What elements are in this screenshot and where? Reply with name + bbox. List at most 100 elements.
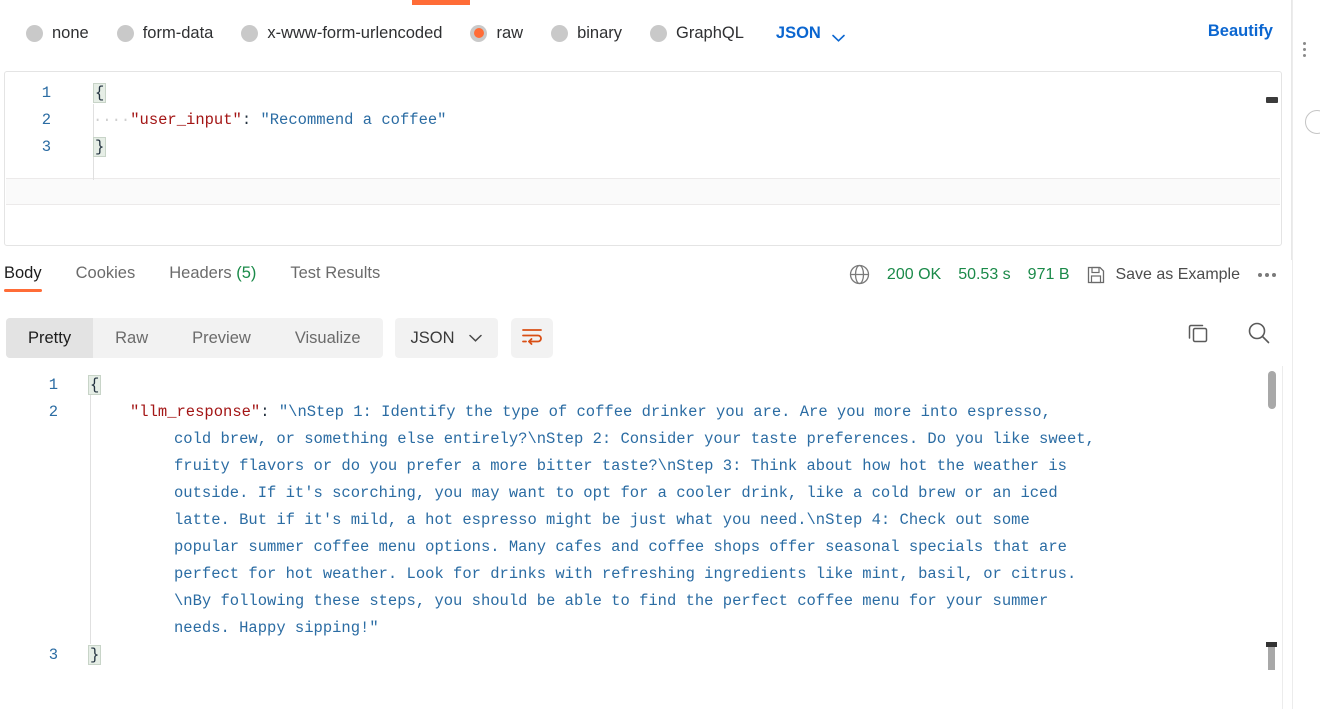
- tab-test-results[interactable]: Test Results: [290, 264, 380, 292]
- request-language-dropdown[interactable]: JSON: [776, 24, 845, 43]
- search-icon: [1246, 320, 1272, 351]
- format-tab-label: Pretty: [28, 328, 72, 347]
- active-line-highlight: [6, 178, 1280, 205]
- response-body-viewer[interactable]: 1 { 2 "llm_response": "\nStep 1: Identif…: [0, 366, 1283, 709]
- response-language-dropdown[interactable]: JSON: [394, 318, 498, 358]
- response-wrapped-line: latte. But if it's mild, a hot espresso …: [174, 511, 1030, 529]
- format-tab-label: Raw: [115, 328, 149, 347]
- body-type-selector: none form-data x-www-form-urlencoded raw…: [26, 16, 845, 50]
- tab-label: Headers: [169, 264, 232, 282]
- format-tab-preview[interactable]: Preview: [170, 318, 273, 358]
- response-format-toolbar: Pretty Raw Preview Visualize JSON: [6, 318, 553, 358]
- chevron-down-icon: [832, 29, 845, 42]
- more-options-vertical-icon[interactable]: [1303, 42, 1307, 60]
- request-language-label: JSON: [775, 23, 821, 42]
- save-icon: [1086, 265, 1106, 285]
- body-type-label: binary: [577, 23, 623, 42]
- chevron-down-icon: [468, 329, 482, 347]
- json-colon: :: [260, 403, 279, 421]
- response-time: 50.53 s: [958, 265, 1011, 283]
- request-code-line-1: {: [93, 83, 107, 103]
- response-wrapped-line: fruity flavors or do you prefer a more b…: [174, 457, 1067, 475]
- json-string-value: "\nStep 1: Identify the type of coffee d…: [278, 403, 1051, 421]
- active-tab-indicator: [412, 0, 470, 5]
- scroll-cursor-indicator[interactable]: [1266, 642, 1277, 670]
- body-type-option-form-data[interactable]: form-data: [116, 23, 214, 43]
- word-wrap-button[interactable]: [510, 318, 553, 358]
- body-type-option-none[interactable]: none: [26, 24, 89, 43]
- json-key: "llm_response": [130, 403, 261, 421]
- request-body-editor[interactable]: 1 { 2 ····"user_input": "Recommend a cof…: [4, 71, 1282, 246]
- json-colon: :: [241, 111, 261, 129]
- right-rail: [1291, 0, 1320, 260]
- response-wrapped-line: popular summer coffee menu options. Many…: [174, 538, 1067, 556]
- format-tab-pretty[interactable]: Pretty: [6, 318, 94, 358]
- line-number: 1: [41, 84, 51, 102]
- response-wrapped-line: needs. Happy sipping!": [174, 619, 379, 637]
- body-type-option-binary[interactable]: binary: [551, 24, 622, 43]
- response-wrapped-line: \nBy following these steps, you should b…: [174, 592, 1049, 610]
- response-wrapped-line: perfect for hot weather. Look for drinks…: [174, 565, 1077, 583]
- radio-icon: [650, 24, 668, 42]
- format-tab-visualize[interactable]: Visualize: [273, 318, 383, 358]
- body-type-option-raw[interactable]: raw: [470, 24, 523, 43]
- tab-label: Cookies: [75, 264, 136, 282]
- json-string-value: "Recommend a coffee": [260, 111, 447, 129]
- scrollbar-thumb[interactable]: [1268, 371, 1276, 409]
- body-type-label: x-www-form-urlencoded: [267, 23, 443, 42]
- right-panel-divider: [1292, 0, 1293, 709]
- line-number: 2: [48, 403, 58, 421]
- radio-selected-icon: [470, 24, 488, 42]
- response-language-label: JSON: [410, 328, 455, 347]
- response-tabs: Body Cookies Headers (5) Test Results: [4, 264, 414, 292]
- line-number: 1: [48, 376, 58, 394]
- body-type-option-urlencoded[interactable]: x-www-form-urlencoded: [241, 24, 442, 43]
- tab-cookies[interactable]: Cookies: [76, 264, 136, 292]
- response-size: 971 B: [1027, 265, 1070, 283]
- body-type-label: raw: [496, 23, 524, 42]
- scrollbar-thumb[interactable]: [1266, 97, 1278, 103]
- request-code-line-2: ····"user_input": "Recommend a coffee": [93, 107, 446, 134]
- line-number: 3: [41, 138, 51, 156]
- body-type-label: GraphQL: [676, 23, 744, 42]
- format-segmented-control: Pretty Raw Preview Visualize: [6, 318, 383, 358]
- response-wrapped-line: cold brew, or something else entirely?\n…: [174, 430, 1095, 448]
- response-meta: 200 OK 50.53 s 971 B Save as Example: [849, 264, 1280, 285]
- status-code: 200 OK: [886, 265, 942, 283]
- response-right-tools: [1186, 320, 1272, 351]
- response-code-line-1: {: [88, 375, 102, 395]
- format-tab-raw[interactable]: Raw: [93, 318, 170, 358]
- copy-icon: [1186, 321, 1210, 350]
- radio-icon: [241, 24, 259, 42]
- body-type-label: none: [52, 23, 89, 42]
- format-tab-label: Visualize: [294, 328, 361, 347]
- copy-button[interactable]: [1186, 321, 1210, 350]
- radio-icon: [551, 24, 569, 42]
- radio-icon: [26, 24, 43, 42]
- response-wrapped-line: outside. If it's scorching, you may want…: [174, 484, 1058, 502]
- line-number: 3: [48, 646, 58, 664]
- tab-label: Body: [4, 264, 42, 282]
- request-editor-scrollbar[interactable]: [1266, 73, 1280, 244]
- indent-whitespace: ····: [93, 111, 131, 129]
- tab-label: Test Results: [290, 264, 381, 282]
- radio-icon: [116, 24, 134, 42]
- body-type-option-graphql[interactable]: GraphQL: [650, 24, 744, 43]
- format-tab-label: Preview: [192, 328, 251, 347]
- tab-body[interactable]: Body: [4, 264, 42, 292]
- line-number: 2: [41, 111, 51, 129]
- more-options-icon[interactable]: [1258, 272, 1280, 277]
- json-key: "user_input": [130, 111, 242, 129]
- response-code-line-3: }: [88, 645, 102, 665]
- globe-icon: [849, 264, 870, 285]
- response-code-line-2: "llm_response": "\nStep 1: Identify the …: [130, 399, 1051, 426]
- indent-guide: [90, 384, 91, 644]
- save-as-example-button[interactable]: Save as Example: [1086, 265, 1240, 285]
- circle-icon[interactable]: [1305, 110, 1320, 134]
- headers-count-badge: (5): [236, 264, 257, 282]
- search-button[interactable]: [1246, 320, 1272, 351]
- save-as-example-label: Save as Example: [1115, 265, 1240, 283]
- tab-headers[interactable]: Headers (5): [169, 264, 256, 292]
- body-type-label: form-data: [142, 23, 214, 42]
- beautify-button[interactable]: Beautify: [1208, 22, 1273, 41]
